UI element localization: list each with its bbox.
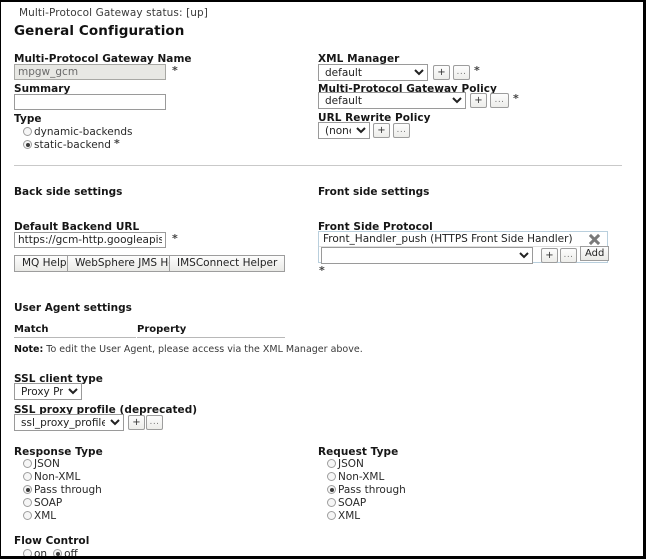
type-label: Type <box>14 113 42 125</box>
response-type-radio-group: JSON Non-XML Pass through SOAP XML <box>23 458 102 521</box>
request-type-option-json[interactable]: JSON <box>327 458 406 469</box>
user-agent-column-match: Match <box>14 324 136 338</box>
column-header-label: Match <box>14 324 49 335</box>
response-type-option-pass-through[interactable]: Pass through <box>23 484 102 495</box>
gateway-name-required: * <box>172 64 178 77</box>
radio-icon[interactable] <box>23 511 32 520</box>
radio-icon[interactable] <box>23 140 32 149</box>
front-side-settings-label: Front side settings <box>318 186 429 198</box>
radio-icon[interactable] <box>23 549 32 558</box>
ssl-proxy-profile-browse-button[interactable]: ... <box>146 415 163 430</box>
radio-icon[interactable] <box>23 498 32 507</box>
response-type-option-soap[interactable]: SOAP <box>23 497 102 508</box>
front-side-protocol-select[interactable] <box>321 247 533 264</box>
gateway-policy-browse-button[interactable]: ... <box>490 93 509 108</box>
request-type-option-pass-through[interactable]: Pass through <box>327 484 406 495</box>
flow-control-radio-group: on off <box>23 548 78 559</box>
gateway-policy-add-button[interactable]: + <box>470 93 487 108</box>
radio-icon[interactable] <box>23 485 32 494</box>
type-required: * <box>114 137 120 150</box>
user-agent-note: Note: To edit the User Agent, please acc… <box>14 344 363 355</box>
response-type-label: Response Type <box>14 446 103 458</box>
gateway-policy-required: * <box>513 92 519 105</box>
radio-icon[interactable] <box>327 472 336 481</box>
gateway-name-input[interactable] <box>14 64 166 80</box>
url-rewrite-add-button[interactable]: + <box>373 123 390 138</box>
radio-icon[interactable] <box>327 498 336 507</box>
note-prefix: Note: <box>14 344 43 355</box>
gateway-status-text: Multi-Protocol Gateway status: [up] <box>19 7 208 19</box>
request-type-radio-group: JSON Non-XML Pass through SOAP XML <box>327 458 406 521</box>
imsconnect-helper-button[interactable]: IMSConnect Helper <box>169 255 285 272</box>
ssl-proxy-profile-select[interactable]: ssl_proxy_profile_gcm <box>14 414 124 431</box>
radio-icon[interactable] <box>23 127 32 136</box>
front-side-add-handler-button[interactable]: + <box>541 248 558 263</box>
gateway-policy-select[interactable]: default <box>318 92 466 109</box>
response-type-option-json[interactable]: JSON <box>23 458 102 469</box>
flow-control-option-on[interactable]: on <box>23 548 47 559</box>
url-rewrite-select[interactable]: (none) <box>318 122 370 139</box>
front-side-add-button[interactable]: Add <box>580 246 609 261</box>
front-side-protocol-row: Front_Handler_push (HTTPS Front Side Han… <box>319 232 607 247</box>
ssl-client-type-select[interactable]: Proxy Profile <box>14 383 82 400</box>
column-header-label: Property <box>137 324 186 335</box>
request-type-option-non-xml[interactable]: Non-XML <box>327 471 406 482</box>
xml-manager-browse-button[interactable]: ... <box>453 65 470 80</box>
flow-control-label: Flow Control <box>14 535 89 547</box>
user-agent-settings-label: User Agent settings <box>14 302 132 314</box>
radio-icon[interactable] <box>327 459 336 468</box>
xml-manager-add-button[interactable]: + <box>433 65 450 80</box>
configuration-page: Multi-Protocol Gateway status: [up] Gene… <box>0 0 646 559</box>
xml-manager-required: * <box>474 64 480 77</box>
type-option-dynamic-backends[interactable]: dynamic-backends <box>23 126 133 137</box>
url-rewrite-browse-button[interactable]: ... <box>393 123 410 138</box>
backend-url-input[interactable] <box>14 232 166 248</box>
request-type-label: Request Type <box>318 446 398 458</box>
radio-icon[interactable] <box>327 511 336 520</box>
page-title: General Configuration <box>14 23 185 39</box>
radio-icon[interactable] <box>23 472 32 481</box>
radio-icon[interactable] <box>53 549 62 558</box>
front-side-protocol-item: Front_Handler_push (HTTPS Front Side Han… <box>319 233 588 245</box>
delete-icon[interactable] <box>588 233 602 246</box>
front-side-browse-button[interactable]: ... <box>560 248 577 263</box>
response-type-option-xml[interactable]: XML <box>23 510 102 521</box>
section-divider <box>14 165 622 166</box>
front-side-required: * <box>319 264 325 277</box>
xml-manager-select[interactable]: default <box>318 64 428 81</box>
ssl-proxy-profile-add-button[interactable]: + <box>128 415 145 430</box>
radio-icon[interactable] <box>327 485 336 494</box>
request-type-option-xml[interactable]: XML <box>327 510 406 521</box>
back-side-settings-label: Back side settings <box>14 186 122 198</box>
summary-input[interactable] <box>14 94 166 110</box>
user-agent-column-property: Property <box>137 324 285 338</box>
backend-url-required: * <box>172 232 178 245</box>
request-type-option-soap[interactable]: SOAP <box>327 497 406 508</box>
note-text: To edit the User Agent, please access vi… <box>43 344 362 355</box>
radio-icon[interactable] <box>23 459 32 468</box>
flow-control-option-off[interactable]: off <box>53 548 78 559</box>
response-type-option-non-xml[interactable]: Non-XML <box>23 471 102 482</box>
